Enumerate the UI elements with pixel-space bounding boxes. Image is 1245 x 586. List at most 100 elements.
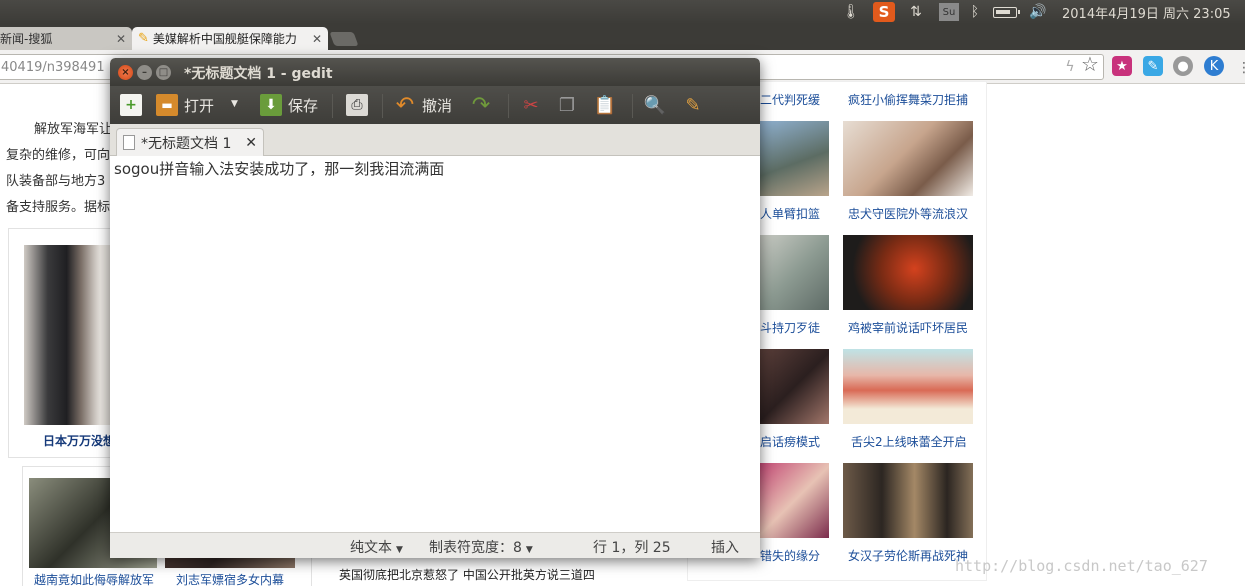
- favicon-icon: ✎: [138, 31, 149, 46]
- bolt-icon[interactable]: ϟ: [1060, 57, 1080, 77]
- article-line: 队装备部与地方3: [6, 174, 106, 189]
- redo-icon: ↷: [471, 92, 491, 118]
- clock[interactable]: 2014年4月19日 周六 23:05: [1062, 3, 1231, 22]
- browser-tab-active[interactable]: ✎ 美媒解析中国舰艇保障能力 ✕: [132, 27, 328, 50]
- chevron-down-icon: ▼: [525, 545, 533, 555]
- top-panel: 🌡 S ⇅ Su ᛒ 🔊 2014年4月19日 周六 23:05: [0, 0, 1245, 24]
- article-line: 备支持服务。据标: [6, 200, 111, 215]
- text-editor-area[interactable]: sogou拼音输入法安装成功了，那一刻我泪流满面: [110, 156, 760, 532]
- news-photo[interactable]: [843, 121, 973, 196]
- news-photo[interactable]: [760, 121, 829, 196]
- browser-tab-label: 美媒解析中国舰艇保障能力: [152, 32, 297, 46]
- browser-tab-sohu-news[interactable]: 新闻-搜狐 ✕: [0, 27, 132, 50]
- cursor-position: 行 1，列 25: [593, 540, 671, 556]
- news-caption-link[interactable]: 启话痨模式: [760, 433, 820, 450]
- extension-note-icon[interactable]: ✎: [1143, 56, 1163, 76]
- close-icon[interactable]: ✕: [116, 32, 126, 46]
- print-button[interactable]: ⎙: [346, 92, 374, 118]
- news-caption-link[interactable]: 越南竟如此侮辱解放军: [34, 571, 154, 586]
- undo-label: 撤消: [422, 96, 453, 115]
- printer-icon: ⎙: [346, 94, 368, 116]
- toolbar-separator: [508, 94, 509, 118]
- news-photo[interactable]: [843, 463, 973, 538]
- news-card: 日本万万没想: [8, 228, 119, 458]
- document-icon: [123, 135, 135, 150]
- article-line: 解放军海军让: [34, 122, 113, 137]
- document-tabbar: *无标题文档 1 ✕: [110, 124, 760, 156]
- browser-tab-label: 新闻-搜狐: [0, 32, 53, 46]
- article-line: 复杂的维修，可向: [6, 148, 111, 163]
- open-button[interactable]: ▬ 打开: [156, 92, 214, 118]
- maximize-button[interactable]: □: [156, 65, 171, 80]
- network-transfer-icon[interactable]: ⇅: [906, 2, 926, 22]
- gedit-toolbar: + ▬ 打开 ▼ ⬇ 保存 ⎙ ↶ 撤消 ↷ ✂ ❐ 📋 🔍 ✎: [110, 86, 760, 124]
- news-caption-link[interactable]: 疯狂小偷挥舞菜刀拒捕: [848, 91, 968, 108]
- search-icon: 🔍: [643, 94, 667, 116]
- folder-icon: ▬: [156, 94, 178, 116]
- scissors-icon: ✂: [523, 94, 539, 116]
- sogou-input-icon[interactable]: S: [873, 2, 895, 22]
- extension-star-icon[interactable]: ★: [1112, 56, 1132, 76]
- undo-icon: ↶: [395, 92, 415, 118]
- news-photo[interactable]: [843, 349, 973, 424]
- paste-button[interactable]: 📋: [594, 92, 622, 118]
- redo-button[interactable]: ↷: [470, 92, 498, 118]
- news-caption-link[interactable]: 错失的缘分: [760, 547, 820, 564]
- toolbar-separator: [632, 94, 633, 118]
- news-photo[interactable]: [760, 349, 829, 424]
- gedit-window: × – □ *无标题文档 1 - gedit + ▬ 打开 ▼ ⬇ 保存 ⎙ ↶…: [110, 58, 760, 558]
- volume-icon[interactable]: 🔊: [1027, 2, 1049, 22]
- news-headline-link[interactable]: 英国彻底把北京惹怒了 中国公开批英方说三道四: [339, 566, 595, 583]
- battery-icon[interactable]: [993, 7, 1020, 18]
- news-caption-link[interactable]: 日本万万没想: [43, 432, 115, 449]
- find-button[interactable]: 🔍: [644, 92, 672, 118]
- news-caption-link[interactable]: 刘志军嫖宿多女内幕: [176, 571, 284, 586]
- document-tab-label: *无标题文档 1: [141, 135, 232, 152]
- undo-button[interactable]: ↶ 撤消: [394, 92, 452, 118]
- close-window-button[interactable]: ×: [118, 65, 133, 80]
- news-caption-link[interactable]: 鸡被宰前说话吓坏居民: [848, 319, 968, 336]
- news-caption-link[interactable]: 舌尖2上线味蕾全开启: [851, 433, 967, 450]
- browser-tabstrip: 新闻-搜狐 ✕ ✎ 美媒解析中国舰艇保障能力 ✕: [0, 24, 1245, 50]
- insert-mode: 插入: [711, 540, 739, 556]
- copy-button[interactable]: ❐: [556, 92, 584, 118]
- news-caption-link[interactable]: 女汉子劳伦斯再战死神: [848, 547, 968, 564]
- news-photo[interactable]: [843, 235, 973, 310]
- extension-globe-icon[interactable]: ●: [1173, 56, 1193, 76]
- cut-button[interactable]: ✂: [520, 92, 548, 118]
- tab-width-selector[interactable]: 制表符宽度：8 ▼: [429, 537, 533, 557]
- su-indicator-icon[interactable]: Su: [939, 3, 959, 21]
- news-photo[interactable]: [24, 245, 119, 425]
- chevron-down-icon: ▼: [396, 545, 403, 555]
- toolbar-separator: [332, 94, 333, 118]
- window-title: *无标题文档 1 - gedit: [184, 66, 333, 82]
- save-label: 保存: [288, 96, 319, 115]
- news-caption-link[interactable]: 忠犬守医院外等流浪汉: [848, 205, 968, 222]
- watermark: http://blog.csdn.net/tao_627: [955, 557, 1208, 575]
- news-photo[interactable]: [760, 235, 829, 310]
- close-tab-icon[interactable]: ✕: [245, 135, 257, 151]
- news-caption-link[interactable]: 人单臂扣篮: [760, 205, 820, 222]
- language-selector[interactable]: 纯文本 ▼: [350, 537, 403, 557]
- menu-icon[interactable]: ⋮: [1234, 58, 1245, 78]
- new-tab-button[interactable]: [329, 32, 359, 46]
- new-document-button[interactable]: +: [120, 92, 148, 118]
- news-caption-link[interactable]: 斗持刀歹徒: [760, 319, 820, 336]
- close-icon[interactable]: ✕: [312, 32, 322, 46]
- clipboard-icon: 📋: [593, 94, 617, 116]
- window-titlebar[interactable]: × – □ *无标题文档 1 - gedit: [110, 58, 760, 86]
- save-button[interactable]: ⬇ 保存: [260, 92, 318, 118]
- bookmark-star-icon[interactable]: ☆: [1080, 52, 1100, 76]
- thermometer-icon[interactable]: 🌡: [842, 2, 860, 22]
- news-photo[interactable]: [760, 463, 829, 538]
- document-tab[interactable]: *无标题文档 1 ✕: [116, 128, 264, 156]
- minimize-button[interactable]: –: [137, 65, 152, 80]
- bluetooth-icon[interactable]: ᛒ: [967, 2, 983, 22]
- extension-k-icon[interactable]: K: [1204, 56, 1224, 76]
- news-caption-link[interactable]: 二代判死缓: [760, 91, 820, 108]
- save-icon: ⬇: [260, 94, 282, 116]
- replace-button[interactable]: ✎: [682, 92, 710, 118]
- editor-text[interactable]: sogou拼音输入法安装成功了，那一刻我泪流满面: [114, 158, 444, 179]
- find-replace-icon: ✎: [685, 94, 701, 116]
- open-dropdown-arrow-icon[interactable]: ▼: [231, 99, 238, 109]
